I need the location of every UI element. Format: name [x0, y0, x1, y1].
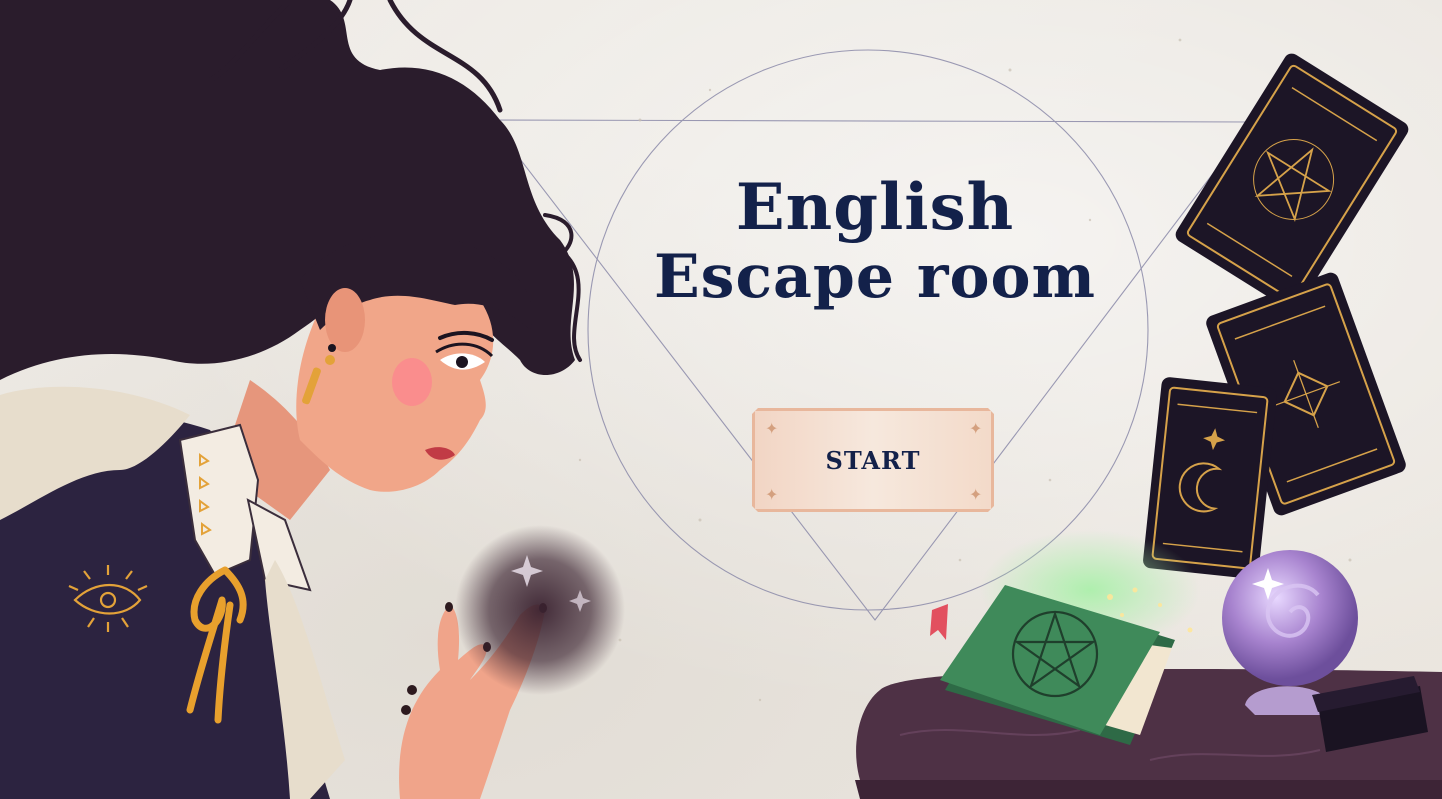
star-icon: ✦ — [765, 421, 779, 438]
geometry-circle — [587, 49, 1149, 611]
star-icon: ✦ — [969, 421, 983, 438]
game-title: English Escape room — [600, 170, 1150, 313]
tarot-card-1 — [1175, 53, 1409, 311]
table-edge — [855, 780, 1442, 799]
start-button[interactable]: ✦ ✦ ✦ ✦ START — [752, 408, 994, 512]
blush — [392, 358, 432, 406]
start-button-label: START — [825, 445, 921, 475]
title-line-1: English — [735, 170, 1015, 245]
ear — [325, 288, 365, 352]
star-icon: ✦ — [969, 487, 983, 504]
geometry-lines — [488, 49, 1254, 621]
scene-illustration — [0, 0, 1442, 799]
title-line-2: Escape room — [653, 242, 1097, 313]
start-screen: English Escape room ✦ ✦ ✦ ✦ START — [0, 0, 1442, 799]
star-icon: ✦ — [765, 487, 779, 504]
dark-orb — [455, 525, 625, 695]
